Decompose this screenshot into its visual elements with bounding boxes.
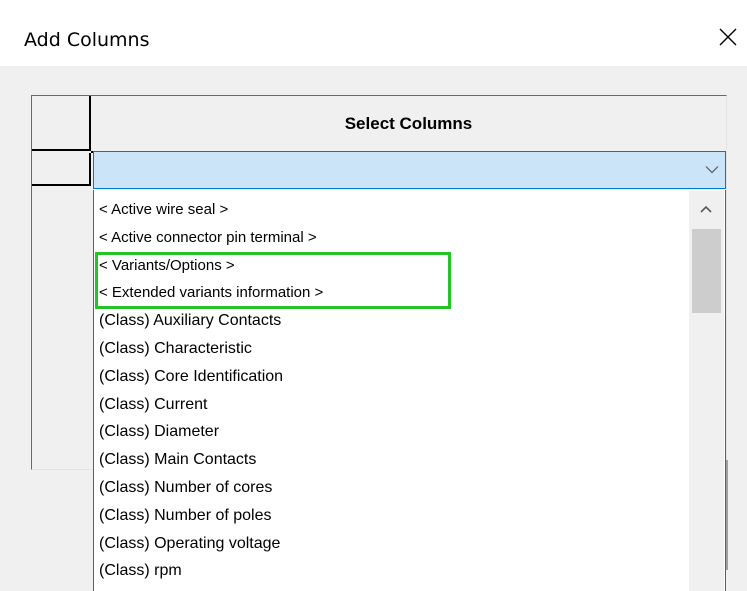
close-button[interactable]	[707, 18, 747, 58]
list-item[interactable]: (Class) Core Identification	[98, 363, 688, 391]
list-item[interactable]: (Class) Operating voltage	[98, 530, 688, 558]
chevron-down-icon[interactable]	[705, 165, 719, 174]
close-icon	[719, 28, 737, 46]
column-dropdown-list[interactable]: < Active wire seal > < Active connector …	[93, 190, 726, 591]
grid-header: Select Columns	[32, 96, 726, 156]
list-item[interactable]: (Class) Characteristic	[98, 335, 688, 363]
list-item[interactable]: (Class) Auxiliary Contacts	[98, 307, 688, 335]
scrollbar-thumb[interactable]	[692, 229, 721, 313]
title-bar: Add Columns	[0, 0, 747, 66]
select-columns-combobox[interactable]	[93, 151, 726, 189]
scroll-up-button[interactable]	[689, 199, 724, 219]
row-header-cell[interactable]	[32, 153, 91, 186]
list-item[interactable]: (Class) Number of poles	[98, 502, 688, 530]
list-item[interactable]: (Class) Diameter	[98, 418, 688, 446]
list-item[interactable]: (Class) Current	[98, 391, 688, 419]
dialog-edge	[726, 460, 728, 570]
list-item[interactable]: < Active connector pin terminal >	[98, 224, 688, 252]
list-item[interactable]: < Active wire seal >	[98, 196, 688, 224]
chevron-up-icon	[700, 205, 712, 213]
dropdown-scrollbar[interactable]	[689, 191, 724, 591]
variants-highlight-box	[95, 252, 451, 309]
list-item[interactable]: (Class) rpm	[98, 557, 688, 585]
list-item[interactable]: (Class) Number of cores	[98, 474, 688, 502]
list-item[interactable]: (Class) Main Contacts	[98, 446, 688, 474]
dialog-title: Add Columns	[24, 29, 150, 51]
grid-corner-cell	[32, 96, 91, 151]
select-columns-header: Select Columns	[91, 96, 726, 153]
